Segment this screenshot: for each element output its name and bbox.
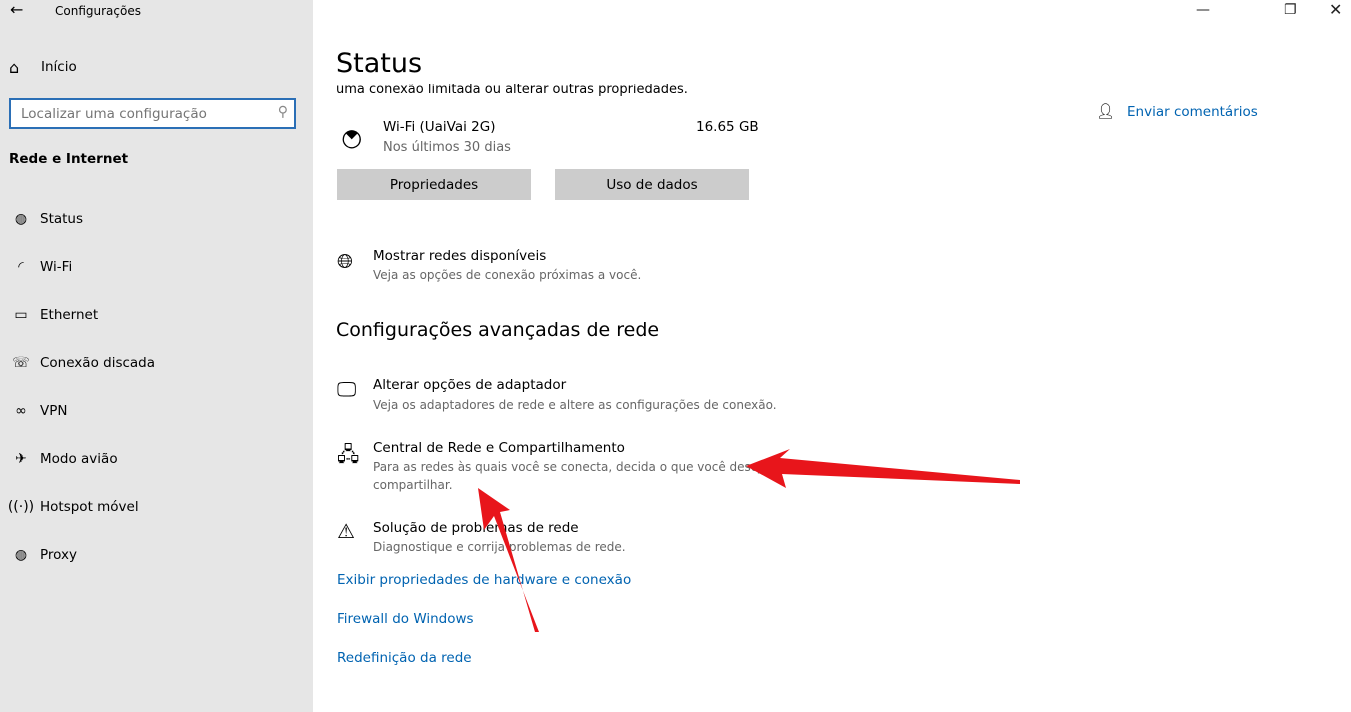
window-title: Configurações (55, 4, 141, 18)
ethernet-icon: ▭ (14, 307, 28, 323)
firewall-link[interactable]: Firewall do Windows (337, 611, 474, 627)
search-icon[interactable]: ⚲ (278, 104, 288, 120)
globe-status-icon: ◍ (14, 211, 28, 227)
restore-icon[interactable]: ❐ (1284, 2, 1297, 18)
wifi-icon: ◜ (18, 259, 24, 275)
advanced-heading: Configurações avançadas de rede (336, 319, 660, 341)
section-title: Rede e Internet (9, 151, 129, 167)
sidebar: ← Configurações ⌂ Início ⚲ Rede e Intern… (0, 0, 313, 712)
sidebar-item-dialup[interactable]: ☏ Conexão discada (0, 343, 313, 383)
airplane-icon: ✈ (15, 451, 27, 467)
search-box[interactable]: ⚲ (9, 98, 296, 129)
sidebar-item-label: Wi-Fi (40, 259, 73, 275)
adapter-monitor-icon: 🖵 (337, 377, 357, 401)
back-arrow-icon[interactable]: ← (10, 0, 23, 19)
sidebar-item-label: Modo avião (40, 451, 118, 467)
sharing-center-desc-cont: compartilhar. (373, 478, 453, 492)
dialup-icon: ☏ (12, 355, 30, 371)
globe-icon: 🌐︎ (337, 249, 353, 273)
sidebar-item-airplane[interactable]: ✈ Modo avião (0, 439, 313, 479)
page-title: Status (336, 48, 423, 79)
feedback-link[interactable]: Enviar comentários (1127, 104, 1258, 120)
search-input[interactable] (11, 100, 251, 127)
sidebar-item-hotspot[interactable]: ((·)) Hotspot móvel (0, 487, 313, 527)
minimize-icon[interactable]: — (1196, 2, 1210, 18)
sidebar-item-label: VPN (40, 403, 68, 419)
hotspot-icon: ((·)) (7, 499, 35, 515)
feedback-icon[interactable]: 👤︎ (1096, 102, 1115, 120)
sidebar-item-vpn[interactable]: ∞ VPN (0, 391, 313, 431)
red-arrow-bottom (478, 488, 539, 632)
sharing-center-desc: Para as redes às quais você se conecta, … (373, 460, 769, 474)
sharing-center-title[interactable]: Central de Rede e Compartilhamento (373, 440, 625, 456)
clipped-description: uma conexão limitada ou alterar outras p… (336, 84, 688, 97)
sidebar-item-status[interactable]: ◍ Status (0, 199, 313, 239)
network-name: Wi-Fi (UaiVai 2G) (383, 119, 496, 135)
home-icon[interactable]: ⌂ (9, 58, 19, 77)
show-networks-title[interactable]: Mostrar redes disponíveis (373, 248, 546, 264)
hardware-properties-link[interactable]: Exibir propriedades de hardware e conexã… (337, 572, 631, 588)
network-sharing-icon: 🖧 (337, 442, 360, 466)
sidebar-item-label: Status (40, 211, 84, 227)
sidebar-item-label: Hotspot móvel (40, 499, 139, 515)
red-arrow-right (746, 449, 1020, 488)
data-usage-button[interactable]: Uso de dados (555, 169, 749, 200)
sidebar-item-label: Ethernet (40, 307, 99, 323)
properties-button[interactable]: Propriedades (337, 169, 531, 200)
sidebar-item-label: Proxy (40, 547, 77, 563)
network-period: Nos últimos 30 dias (383, 140, 511, 155)
troubleshoot-title[interactable]: Solução de problemas de rede (373, 520, 579, 536)
sidebar-item-label: Conexão discada (40, 355, 156, 371)
show-networks-desc: Veja as opções de conexão próximas a voc… (373, 268, 642, 282)
vpn-icon: ∞ (15, 403, 27, 419)
close-icon[interactable]: ✕ (1329, 0, 1342, 19)
sidebar-home[interactable]: Início (41, 59, 77, 75)
sidebar-item-ethernet[interactable]: ▭ Ethernet (0, 295, 313, 335)
sidebar-item-wifi[interactable]: ◜ Wi-Fi (0, 247, 313, 287)
adapter-title[interactable]: Alterar opções de adaptador (373, 377, 566, 393)
warning-icon: ⚠ (337, 519, 355, 543)
network-usage: 16.65 GB (696, 119, 759, 135)
sidebar-item-proxy[interactable]: ◍ Proxy (0, 535, 313, 575)
network-reset-link[interactable]: Redefinição da rede (337, 650, 472, 666)
globe-icon: ◍ (14, 547, 28, 563)
adapter-desc: Veja os adaptadores de rede e altere as … (373, 398, 777, 412)
wifi-signal-icon: ◔ (333, 120, 368, 156)
troubleshoot-desc: Diagnostique e corrija problemas de rede… (373, 540, 626, 554)
